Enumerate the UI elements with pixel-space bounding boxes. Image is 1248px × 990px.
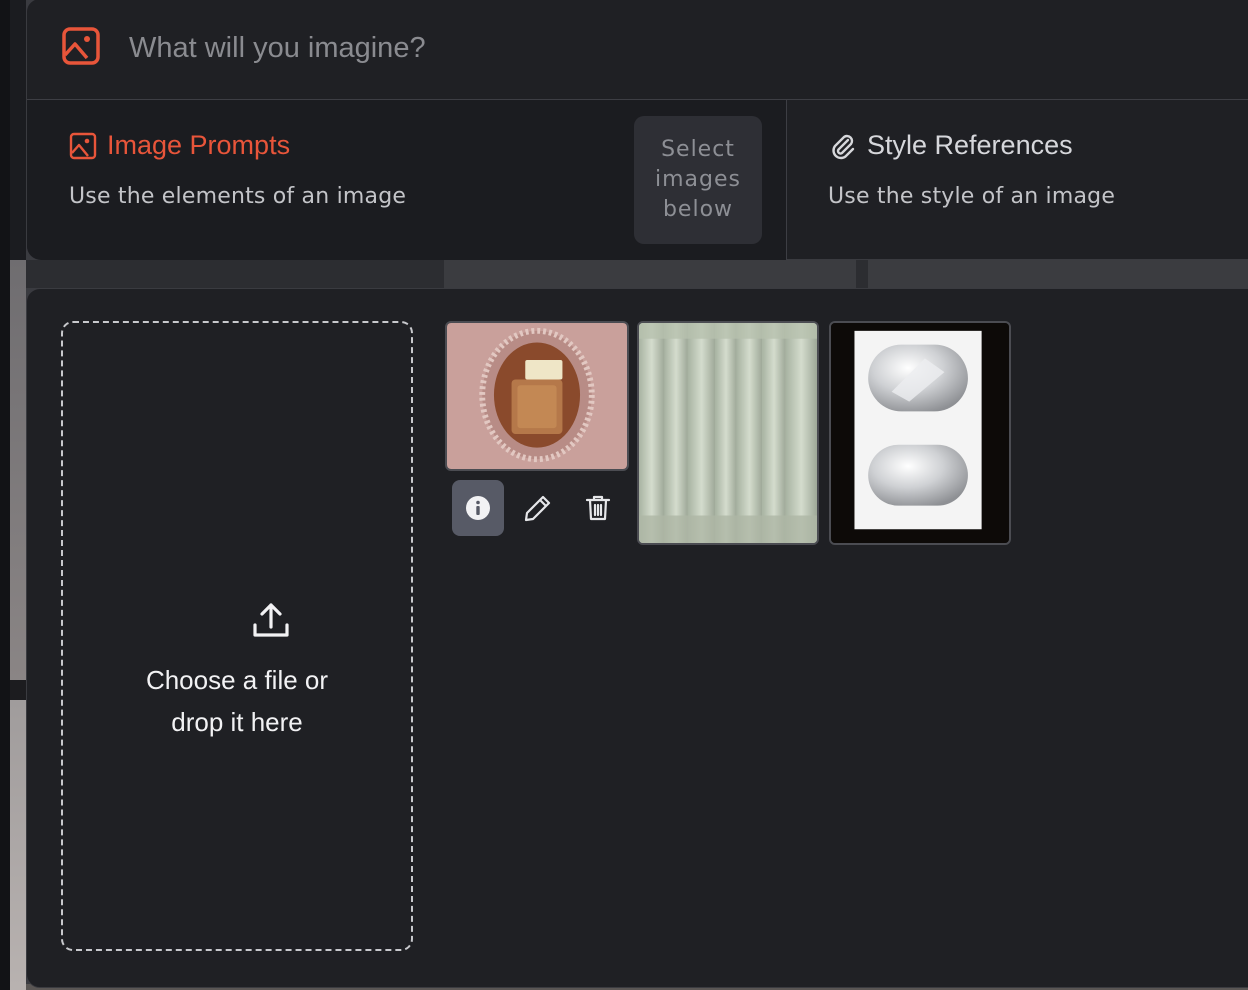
trash-icon xyxy=(585,495,611,521)
pencil-icon xyxy=(524,495,551,522)
image-icon xyxy=(69,132,97,159)
dropzone-line-1: Choose a file or xyxy=(145,665,329,695)
info-icon xyxy=(466,496,490,520)
prompt-row xyxy=(27,0,1248,100)
image-prompts-title: Image Prompts xyxy=(69,130,290,161)
prompt-input[interactable] xyxy=(127,27,1031,69)
delete-button[interactable] xyxy=(572,480,624,536)
thumbnail-actions xyxy=(452,480,624,536)
style-references-title: Style References xyxy=(829,130,1073,161)
perfume-image xyxy=(447,323,627,469)
select-images-button[interactable]: Select images below xyxy=(634,116,762,244)
image-prompts-description: Use the elements of an image xyxy=(69,184,407,209)
upload-icon xyxy=(253,603,289,637)
dropzone-label: Choose a file or drop it here xyxy=(63,659,411,743)
style-references-option[interactable]: Style References Use the style of an ima… xyxy=(787,100,1248,260)
blister-image xyxy=(831,323,1009,543)
file-dropzone[interactable]: Choose a file or drop it here xyxy=(61,321,413,951)
prompt-panel: Image Prompts Use the elements of an ima… xyxy=(26,0,1248,260)
style-references-label: Style References xyxy=(867,130,1073,160)
style-references-description: Use the style of an image xyxy=(828,184,1116,209)
background-strip xyxy=(0,0,26,990)
fabric-image xyxy=(639,323,817,543)
edit-button[interactable] xyxy=(512,480,564,536)
info-button[interactable] xyxy=(452,480,504,536)
paperclip-icon xyxy=(832,134,855,159)
image-prompts-label: Image Prompts xyxy=(107,130,291,160)
gallery-image-perfume[interactable] xyxy=(445,321,629,471)
gallery-image-fabric[interactable] xyxy=(637,321,819,545)
gallery-image-blister[interactable] xyxy=(829,321,1011,545)
image-prompts-option[interactable]: Image Prompts Use the elements of an ima… xyxy=(27,100,786,260)
background-gap xyxy=(26,260,1248,288)
gallery-panel: Choose a file or drop it here xyxy=(26,288,1248,988)
image-icon[interactable] xyxy=(62,27,100,65)
dropzone-line-2: drop it here xyxy=(171,707,303,737)
